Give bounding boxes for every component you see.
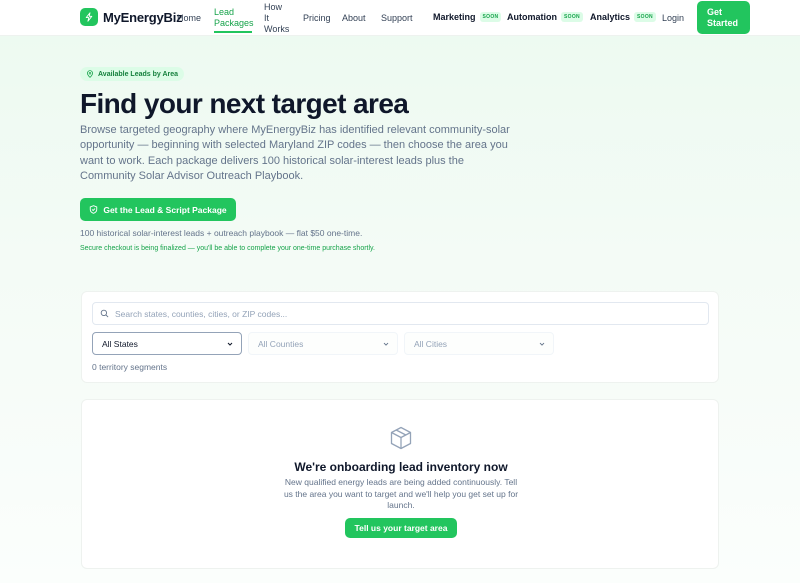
- checkout-note: Secure checkout is being finalized — you…: [80, 245, 375, 252]
- soon-badge: SOON: [634, 12, 656, 22]
- nav-item-label: Analytics: [590, 12, 631, 22]
- county-select-value: All Counties: [258, 338, 304, 349]
- nav-link-support[interactable]: Support: [381, 13, 413, 24]
- state-select-value: All States: [102, 338, 138, 349]
- empty-state-title: We're onboarding lead inventory now: [294, 460, 508, 474]
- package-box-icon: [390, 426, 412, 450]
- get-started-button[interactable]: Get Started: [697, 1, 750, 34]
- top-navigation: MyEnergyBiz Home Lead Packages How It Wo…: [0, 0, 800, 36]
- nav-item-label: Marketing: [433, 12, 476, 22]
- empty-state-card: We're onboarding lead inventory now New …: [81, 399, 719, 569]
- territory-filter-card: All States All Counties All Cities 0 ter…: [81, 291, 719, 383]
- pill-label: Available Leads by Area: [98, 70, 179, 78]
- button-label: Get the Lead & Script Package: [103, 204, 227, 215]
- city-select-value: All Cities: [414, 338, 448, 349]
- nav-link-how-it-works[interactable]: How It Works: [264, 2, 289, 35]
- lightning-icon: [80, 8, 98, 26]
- search-box: [92, 302, 709, 325]
- nav-link-home[interactable]: Home: [177, 13, 201, 24]
- search-input[interactable]: [115, 308, 695, 319]
- nav-item-label: Automation: [507, 12, 557, 22]
- login-link[interactable]: Login: [662, 13, 684, 24]
- chevron-down-icon: [539, 342, 545, 346]
- brand-name: MyEnergyBiz: [103, 9, 183, 25]
- soon-badge: SOON: [479, 12, 502, 22]
- state-select[interactable]: All States: [92, 332, 242, 355]
- available-leads-pill: Available Leads by Area: [80, 67, 185, 81]
- chevron-down-icon: [227, 342, 233, 346]
- shield-icon: [90, 205, 98, 214]
- search-icon: [100, 309, 109, 318]
- chevron-down-icon: [383, 342, 389, 346]
- nav-link-pricing[interactable]: Pricing: [303, 13, 331, 24]
- nav-item-analytics[interactable]: Analytics SOON: [590, 12, 656, 22]
- nav-link-lead-packages[interactable]: Lead Packages: [214, 7, 254, 33]
- map-pin-icon: [87, 70, 93, 78]
- nav-item-automation[interactable]: Automation SOON: [507, 12, 583, 22]
- page-subtitle: Browse targeted geography where MyEnergy…: [80, 124, 510, 183]
- empty-state-description: New qualified energy leads are being add…: [283, 477, 519, 510]
- nav-item-marketing[interactable]: Marketing SOON: [433, 12, 502, 22]
- get-lead-package-button[interactable]: Get the Lead & Script Package: [80, 198, 236, 221]
- brand-logo[interactable]: MyEnergyBiz: [80, 8, 183, 26]
- county-select[interactable]: All Counties: [248, 332, 398, 355]
- tell-us-target-area-button[interactable]: Tell us your target area: [345, 518, 457, 538]
- city-select[interactable]: All Cities: [404, 332, 554, 355]
- territory-segment-count: 0 territory segments: [92, 362, 168, 372]
- soon-badge: SOON: [561, 12, 583, 22]
- nav-link-about[interactable]: About: [342, 13, 366, 24]
- price-note: 100 historical solar-interest leads + ou…: [80, 228, 363, 238]
- page-title: Find your next target area: [80, 88, 409, 119]
